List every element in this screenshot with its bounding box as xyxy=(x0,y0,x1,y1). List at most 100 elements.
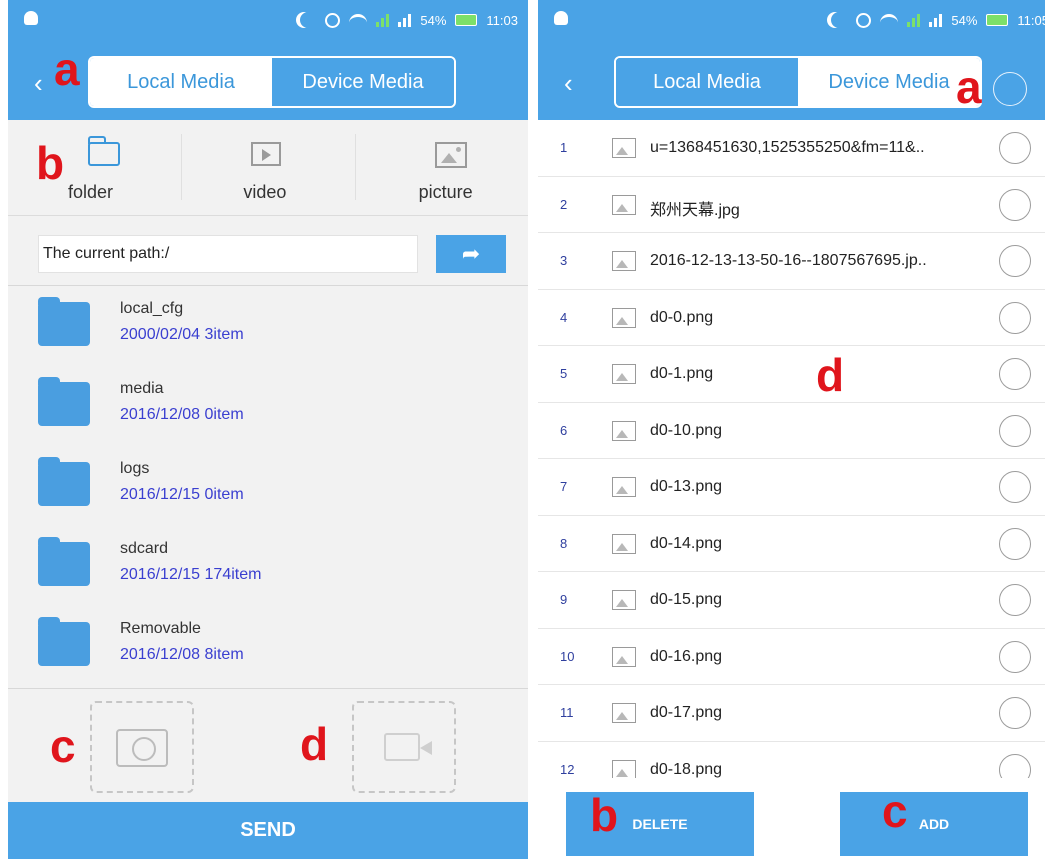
tab-video[interactable]: video xyxy=(181,120,354,215)
file-row[interactable]: 7 d0-13.png xyxy=(538,459,1045,516)
tab-picture[interactable]: picture xyxy=(354,120,528,215)
folder-row[interactable]: sdcard 2016/12/15 174item xyxy=(8,526,528,606)
tab-local-media[interactable]: Local Media xyxy=(90,58,272,106)
clock: 11:03 xyxy=(486,12,518,28)
file-checkbox[interactable] xyxy=(999,188,1031,221)
file-checkbox[interactable] xyxy=(999,414,1031,447)
send-button[interactable]: SEND xyxy=(8,802,528,859)
status-bar: 54% 11:03 xyxy=(8,0,528,42)
go-path-button[interactable]: ➦ xyxy=(436,235,506,273)
image-icon xyxy=(612,364,636,384)
file-name: d0-15.png xyxy=(650,591,723,608)
folder-name: logs xyxy=(120,460,150,477)
signal-icon xyxy=(376,13,390,27)
folder-icon xyxy=(88,136,120,166)
file-name: d0-10.png xyxy=(650,421,723,439)
folder-meta: 2000/02/04 3item xyxy=(120,326,244,343)
folder-meta: 2016/12/08 8item xyxy=(120,646,244,663)
file-row[interactable]: 4 d0-0.png xyxy=(538,290,1045,346)
folder-name: sdcard xyxy=(120,540,169,557)
annotation-b: b xyxy=(36,137,65,189)
annotation-c: c xyxy=(882,785,908,837)
tab-device-media[interactable]: Device Media xyxy=(272,58,454,106)
file-index: 12 xyxy=(560,761,575,777)
file-index: 2 xyxy=(560,196,568,212)
file-row[interactable]: 6 d0-10.png xyxy=(538,403,1045,459)
add-button[interactable]: ADD xyxy=(840,792,1028,856)
folder-name: media xyxy=(120,380,164,397)
folder-name: local_cfg xyxy=(120,300,184,317)
title-bar: ‹ Local Media Device Media a xyxy=(8,42,528,120)
file-checkbox[interactable] xyxy=(999,640,1031,673)
file-row[interactable]: 3 2016-12-13-13-50-16--1807567695.jp.. xyxy=(538,233,1045,290)
file-checkbox[interactable] xyxy=(999,584,1031,616)
battery-percent: 54% xyxy=(951,12,978,28)
alarm-icon xyxy=(856,12,872,28)
file-checkbox[interactable] xyxy=(999,697,1031,729)
file-row[interactable]: 9 d0-15.png xyxy=(538,572,1045,629)
media-switch: Local Media Device Media xyxy=(614,56,982,108)
file-row[interactable]: 8 d0-14.png xyxy=(538,516,1045,572)
image-icon xyxy=(612,420,636,441)
file-row[interactable]: 11 d0-17.png xyxy=(538,685,1045,742)
folder-icon xyxy=(38,297,90,346)
file-checkbox[interactable] xyxy=(999,245,1031,277)
file-name: d0-1.png xyxy=(650,365,714,382)
alarm-icon xyxy=(325,12,341,28)
status-bar: 54% 11:05 xyxy=(538,0,1045,42)
file-index: 5 xyxy=(560,366,568,381)
take-photo-button[interactable] xyxy=(90,701,194,793)
folder-row[interactable]: Removable 2016/12/08 8item xyxy=(8,606,528,686)
file-checkbox[interactable] xyxy=(999,358,1031,390)
file-index: 11 xyxy=(560,705,574,720)
signal-icon xyxy=(907,13,921,27)
wifi-icon xyxy=(349,14,368,26)
file-checkbox[interactable] xyxy=(999,132,1031,164)
tab-device-media[interactable]: Device Media xyxy=(798,58,980,106)
record-video-button[interactable] xyxy=(352,701,456,793)
annotation-d: d xyxy=(300,718,329,770)
folder-meta: 2016/12/15 0item xyxy=(120,486,244,503)
battery-percent: 54% xyxy=(420,12,447,28)
folder-row[interactable]: media 2016/12/08 0item xyxy=(8,366,528,446)
file-name: d0-13.png xyxy=(650,478,723,495)
capture-tray: c d xyxy=(8,688,528,802)
share-arrow-icon: ➦ xyxy=(461,241,481,266)
file-name: d0-18.png xyxy=(650,760,723,778)
video-camera-icon xyxy=(384,733,432,761)
tab-video-label: video xyxy=(243,182,287,202)
folder-row[interactable]: local_cfg 2000/02/04 3item xyxy=(8,286,528,366)
file-row[interactable]: 12 d0-18.png xyxy=(538,742,1045,778)
file-row[interactable]: 1 u=1368451630,1525355250&fm=11&.. xyxy=(538,120,1045,177)
android-icon xyxy=(24,11,38,25)
file-checkbox[interactable] xyxy=(999,471,1031,503)
file-checkbox[interactable] xyxy=(999,301,1031,334)
file-index: 7 xyxy=(560,479,568,494)
tab-local-media[interactable]: Local Media xyxy=(616,58,798,106)
battery-icon xyxy=(455,14,478,26)
file-row[interactable]: 5 d0-1.png d xyxy=(538,346,1045,403)
android-icon xyxy=(554,11,568,25)
current-path-field[interactable]: The current path:/ xyxy=(38,235,418,273)
file-checkbox[interactable] xyxy=(999,527,1031,560)
file-name: 郑州天幕.jpg xyxy=(650,201,740,219)
title-bar: ‹ Local Media Device Media a xyxy=(538,42,1045,120)
tab-folder[interactable]: folder b xyxy=(8,120,181,215)
file-row[interactable]: 10 d0-16.png xyxy=(538,629,1045,685)
image-icon xyxy=(612,533,636,554)
file-index: 3 xyxy=(560,253,568,268)
image-icon xyxy=(612,759,636,778)
file-name: d0-16.png xyxy=(650,647,723,665)
folder-name: Removable xyxy=(120,620,201,637)
file-row[interactable]: 2 郑州天幕.jpg xyxy=(538,177,1045,233)
back-button[interactable]: ‹ xyxy=(564,68,594,98)
file-checkbox[interactable] xyxy=(999,753,1031,778)
file-name: d0-14.png xyxy=(650,534,723,552)
action-bar: DELETE b ADD c xyxy=(538,778,1045,859)
select-all-checkbox[interactable] xyxy=(993,72,1027,106)
folder-meta: 2016/12/15 174item xyxy=(120,566,262,583)
annotation-a: a xyxy=(54,43,80,95)
folder-row[interactable]: logs 2016/12/15 0item xyxy=(8,446,528,526)
video-icon xyxy=(251,142,282,166)
file-index: 8 xyxy=(560,535,568,551)
